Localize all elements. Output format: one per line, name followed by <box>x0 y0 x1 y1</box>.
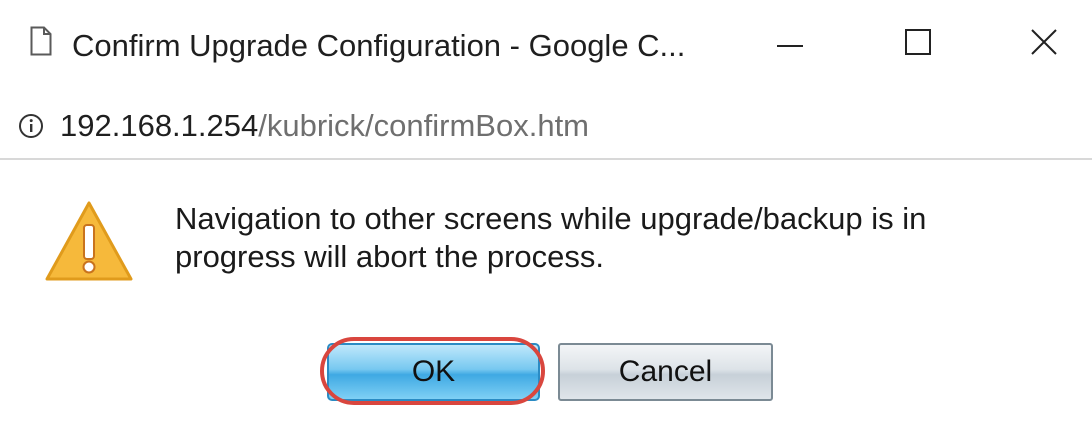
minimize-button[interactable] <box>760 18 820 70</box>
popup-window: Confirm Upgrade Configuration - Google C… <box>0 0 1092 427</box>
maximize-icon <box>905 28 931 60</box>
minimize-icon <box>777 35 803 53</box>
title-bar: Confirm Upgrade Configuration - Google C… <box>0 0 1092 96</box>
window-title: Confirm Upgrade Configuration - Google C… <box>72 28 686 63</box>
page-icon <box>30 26 52 56</box>
info-icon[interactable] <box>18 113 44 139</box>
url-path: /kubrick/confirmBox.htm <box>258 108 590 143</box>
warning-icon <box>44 200 134 282</box>
close-icon <box>1030 28 1058 61</box>
url-text[interactable]: 192.168.1.254/kubrick/confirmBox.htm <box>60 106 589 146</box>
ok-button[interactable]: OK <box>327 343 540 401</box>
maximize-button[interactable] <box>888 18 948 70</box>
url-host: 192.168.1.254 <box>60 108 259 143</box>
dialog-message: Navigation to other screens while upgrad… <box>175 201 927 274</box>
cancel-button[interactable]: Cancel <box>558 343 773 401</box>
close-button[interactable] <box>1014 18 1074 70</box>
address-bar[interactable]: 192.168.1.254/kubrick/confirmBox.htm <box>0 96 1092 160</box>
